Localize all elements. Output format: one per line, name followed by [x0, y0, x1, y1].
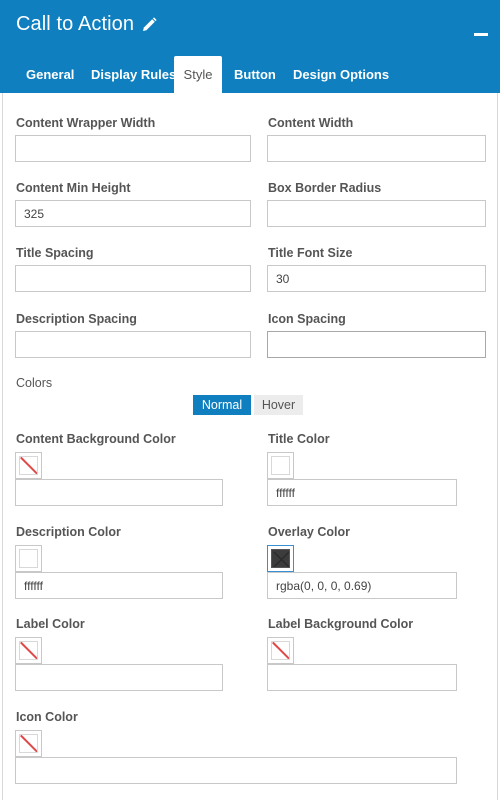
- title-color-swatch[interactable]: [267, 452, 294, 479]
- pencil-icon[interactable]: [140, 16, 158, 34]
- description-spacing-input[interactable]: [15, 331, 251, 358]
- title-font-size-input[interactable]: [267, 265, 486, 292]
- panel-title-wrap: Call to Action: [16, 13, 158, 36]
- content-background-color-swatch[interactable]: [15, 452, 42, 479]
- tab-general[interactable]: General: [26, 56, 74, 93]
- box-border-radius-input[interactable]: [267, 200, 486, 227]
- white-color-preview: [271, 456, 290, 475]
- content-wrapper-width-label: Content Wrapper Width: [16, 116, 156, 130]
- overlay-color-preview: [271, 549, 290, 568]
- description-color-label: Description Color: [16, 525, 121, 539]
- overlay-color-input[interactable]: [267, 572, 457, 599]
- content-wrapper-width-input[interactable]: [15, 135, 251, 162]
- hover-state-toggle[interactable]: Hover: [254, 395, 303, 415]
- label-color-swatch[interactable]: [15, 637, 42, 664]
- minimize-icon[interactable]: [474, 33, 488, 36]
- tab-button[interactable]: Button: [234, 56, 276, 93]
- no-color-icon: [271, 641, 290, 660]
- title-color-input[interactable]: [267, 479, 457, 506]
- tab-style[interactable]: Style: [174, 56, 222, 93]
- content-background-color-input[interactable]: [15, 479, 223, 506]
- no-color-icon: [19, 456, 38, 475]
- overlay-color-label: Overlay Color: [268, 525, 350, 539]
- icon-color-swatch[interactable]: [15, 730, 42, 757]
- white-color-preview: [19, 549, 38, 568]
- panel-header: Call to Action General Display Rules Sty…: [0, 0, 500, 93]
- colors-section-label: Colors: [16, 376, 53, 390]
- label-color-label: Label Color: [16, 617, 85, 631]
- label-background-color-label: Label Background Color: [268, 617, 414, 631]
- label-background-color-swatch[interactable]: [267, 637, 294, 664]
- label-background-color-input[interactable]: [267, 664, 457, 691]
- box-border-radius-label: Box Border Radius: [268, 181, 382, 195]
- no-color-icon: [19, 734, 38, 753]
- tab-display-rules[interactable]: Display Rules: [91, 56, 176, 93]
- icon-spacing-label: Icon Spacing: [268, 312, 346, 326]
- title-font-size-label: Title Font Size: [268, 246, 353, 260]
- tab-design-options[interactable]: Design Options: [293, 56, 389, 93]
- description-color-input[interactable]: [15, 572, 223, 599]
- icon-color-label: Icon Color: [16, 710, 78, 724]
- icon-spacing-input[interactable]: [267, 331, 486, 358]
- icon-color-input[interactable]: [15, 757, 457, 784]
- overlay-color-swatch[interactable]: [267, 545, 294, 572]
- content-background-color-label: Content Background Color: [16, 432, 176, 446]
- content-width-label: Content Width: [268, 116, 354, 130]
- description-color-swatch[interactable]: [15, 545, 42, 572]
- content-min-height-input[interactable]: [15, 200, 251, 227]
- no-color-icon: [19, 641, 38, 660]
- description-spacing-label: Description Spacing: [16, 312, 137, 326]
- content-width-input[interactable]: [267, 135, 486, 162]
- panel-title: Call to Action: [16, 13, 135, 35]
- title-spacing-input[interactable]: [15, 265, 251, 292]
- normal-state-toggle[interactable]: Normal: [193, 395, 251, 415]
- label-color-input[interactable]: [15, 664, 223, 691]
- title-color-label: Title Color: [268, 432, 330, 446]
- tab-bar: General Display Rules Style Button Desig…: [0, 56, 500, 93]
- content-min-height-label: Content Min Height: [16, 181, 131, 195]
- title-spacing-label: Title Spacing: [16, 246, 94, 260]
